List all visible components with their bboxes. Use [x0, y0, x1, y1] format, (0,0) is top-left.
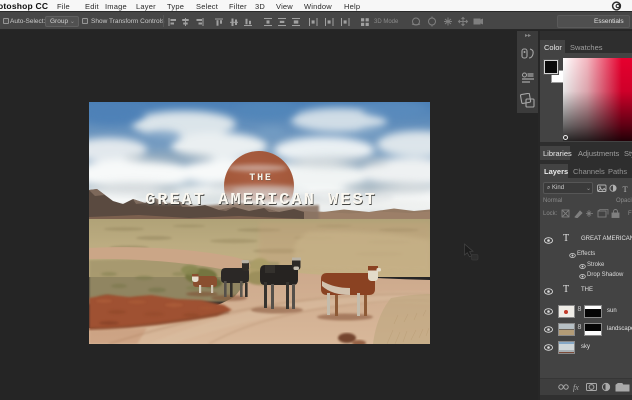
svg-text:THE: THE — [249, 173, 272, 184]
svg-text:GREAT AMERICAN WEST: GREAT AMERICAN WEST — [145, 191, 377, 210]
svg-text:T: T — [623, 184, 629, 193]
svg-text:fx: fx — [573, 383, 579, 392]
